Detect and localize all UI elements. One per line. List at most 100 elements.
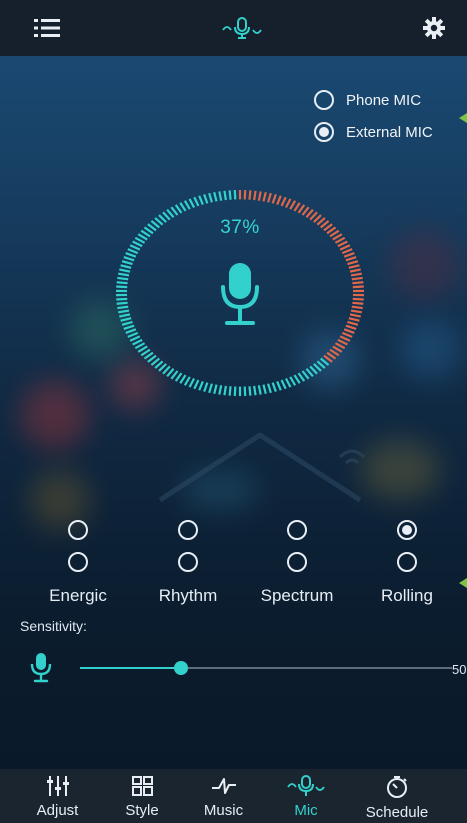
meter-tick	[253, 385, 257, 396]
phone-mic-label: Phone MIC	[346, 91, 422, 109]
meter-tick	[170, 206, 179, 216]
meter-tick	[174, 372, 183, 382]
style-radio-row1[interactable]	[178, 520, 198, 540]
meter-tick	[129, 335, 141, 342]
meter-tick	[218, 191, 223, 201]
meter-tick	[119, 313, 131, 318]
meter-tick	[218, 385, 223, 395]
meter-tick	[262, 384, 267, 395]
microphone-icon	[30, 652, 52, 689]
meter-tick	[170, 370, 179, 380]
nav-item-style[interactable]: Style	[103, 769, 181, 823]
meter-tick	[116, 285, 128, 289]
meter-tick	[267, 192, 272, 203]
style-option-spectrum[interactable]: Spectrum	[242, 520, 352, 606]
meter-tick	[123, 324, 135, 330]
meter-tick	[347, 260, 359, 266]
meter-tick	[125, 328, 137, 334]
meter-tick	[188, 378, 196, 388]
slider-fill	[80, 667, 181, 669]
meter-tick	[334, 342, 346, 350]
meter-tick	[262, 191, 267, 202]
style-radio-row2[interactable]	[68, 552, 88, 572]
meter-tick	[118, 272, 130, 277]
meter-tick	[301, 370, 310, 380]
meter-tick	[203, 194, 209, 204]
level-percent: 37%	[220, 217, 260, 238]
mic-wave-icon	[287, 775, 325, 796]
nav-label: Music	[203, 802, 244, 819]
audio-level-meter: 37%	[107, 183, 373, 403]
meter-tick	[289, 376, 297, 386]
sensitivity-value: 50	[452, 662, 467, 677]
sensitivity-slider[interactable]: 50	[30, 652, 467, 686]
style-radio-row1[interactable]	[397, 520, 417, 540]
meter-tick	[118, 309, 130, 314]
style-radio-row2[interactable]	[287, 552, 307, 572]
style-radio-row2[interactable]	[178, 552, 198, 572]
style-option-energic[interactable]: Energic	[23, 520, 133, 606]
meter-tick	[276, 381, 282, 391]
meter-tick	[117, 276, 129, 281]
meter-tick	[297, 372, 306, 382]
style-option-rhythm[interactable]: Rhythm	[133, 520, 243, 606]
meter-tick	[351, 305, 363, 310]
style-radio-row1[interactable]	[287, 520, 307, 540]
meter-tick	[117, 305, 129, 310]
meter-tick	[119, 268, 131, 273]
slider-thumb[interactable]	[173, 661, 188, 675]
gear-icon[interactable]	[423, 17, 445, 39]
meter-tick	[297, 204, 306, 214]
meter-tick	[188, 198, 196, 208]
meter-tick	[166, 368, 175, 378]
meter-tick	[120, 264, 132, 269]
nav-item-mic[interactable]: Mic	[266, 769, 346, 823]
external-mic-option[interactable]: External MIC	[314, 116, 433, 148]
meter-tick	[179, 374, 187, 384]
meter-tick	[293, 202, 301, 212]
nav-item-adjust[interactable]: Adjust	[0, 769, 103, 823]
meter-tick	[123, 256, 135, 262]
nav-item-schedule[interactable]: Schedule	[346, 769, 448, 823]
meter-tick	[223, 190, 227, 201]
meter-tick	[305, 368, 314, 378]
meter-tick	[349, 268, 361, 273]
sensitivity-label: Sensitivity:	[20, 618, 87, 634]
top-app-bar	[0, 0, 467, 56]
meter-tick	[352, 285, 364, 289]
meter-tick	[125, 252, 137, 258]
meter-tick	[339, 244, 351, 251]
meter-tick	[121, 320, 133, 326]
style-radio-row1[interactable]	[68, 520, 88, 540]
meter-tick	[276, 195, 282, 205]
meter-tick	[116, 301, 128, 305]
hamburger-menu-icon[interactable]	[34, 18, 60, 38]
style-radio-row2[interactable]	[397, 552, 417, 572]
app-screen: Phone MIC External MIC 37% Energic Rhyth…	[0, 0, 467, 823]
phone-mic-radio[interactable]	[314, 90, 334, 110]
meter-tick	[127, 331, 139, 338]
meter-tick	[348, 264, 360, 269]
meter-tick	[253, 190, 257, 201]
style-option-rolling[interactable]: Rolling	[352, 520, 462, 606]
meter-tick	[345, 324, 357, 330]
meter-tick	[257, 385, 262, 395]
meter-tick	[132, 338, 143, 346]
external-mic-radio[interactable]	[314, 122, 334, 142]
meter-tick	[337, 338, 348, 346]
meter-tick	[350, 309, 362, 314]
phone-mic-option[interactable]: Phone MIC	[314, 84, 433, 116]
green-pointer-arrow	[459, 113, 467, 123]
bottom-nav: Adjust Style Music Mic Schedule	[0, 769, 467, 823]
meter-tick	[208, 383, 213, 394]
meter-tick	[343, 252, 355, 258]
meter-tick	[345, 256, 357, 262]
meter-tick	[341, 331, 353, 338]
meter-tick	[198, 195, 204, 205]
nav-item-music[interactable]: Music	[181, 769, 266, 823]
meter-tick	[193, 196, 200, 207]
meter-tick	[267, 383, 272, 394]
meter-tick	[116, 297, 128, 301]
style-label: Energic	[49, 586, 107, 605]
timer-icon	[387, 776, 407, 798]
